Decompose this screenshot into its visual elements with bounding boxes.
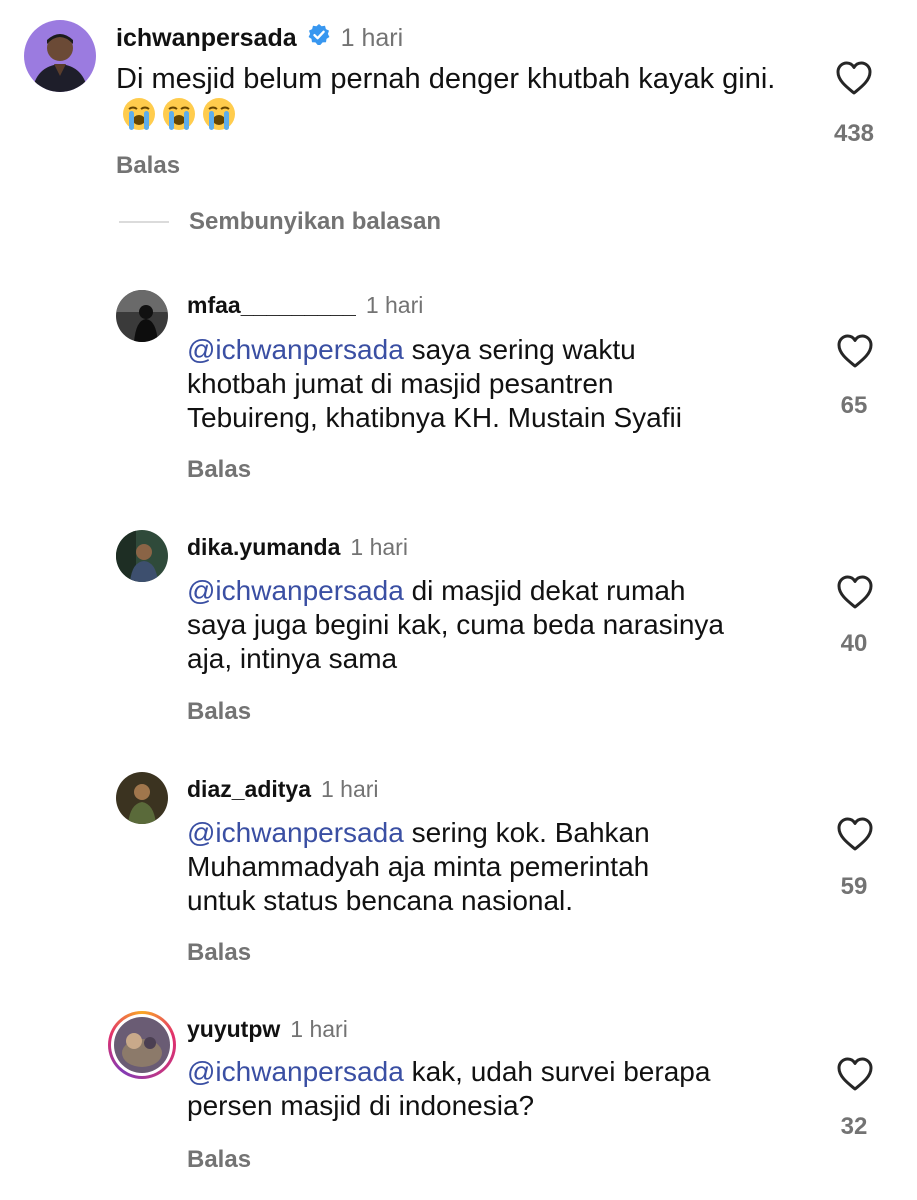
- comment-line: khotbah jumat di masjid pesantren: [187, 368, 614, 400]
- reply-button[interactable]: Balas: [187, 939, 251, 967]
- loudly-crying-emoji-icon: [122, 97, 156, 140]
- comment-line: saya juga begini kak, cuma beda narasiny…: [187, 609, 725, 641]
- reply-button[interactable]: Balas: [116, 152, 180, 180]
- comment-line: kak, udah survei berapa: [411, 1056, 711, 1087]
- reply-button[interactable]: Balas: [187, 1146, 251, 1174]
- user-mention-link[interactable]: @ichwanpersada: [187, 575, 404, 606]
- avatar[interactable]: [116, 290, 168, 342]
- divider: [119, 221, 169, 223]
- comment-line: untuk status bencana nasional.: [187, 885, 574, 917]
- like-heart-icon[interactable]: [836, 1056, 874, 1097]
- reply-comment: dika.yumanda 1 hari @ichwanpersada di ma…: [0, 522, 917, 742]
- comment-text: @ichwanpersada di masjid dekat rumah say…: [187, 574, 827, 676]
- user-mention-link[interactable]: @ichwanpersada: [187, 334, 404, 365]
- comment-text: @ichwanpersada sering kok. Bahkan Muhamm…: [187, 816, 827, 918]
- like-count: 65: [840, 392, 868, 419]
- comment-line: Tebuireng, khatibnya KH. Mustain Syafii: [187, 402, 682, 434]
- comment-line: aja, intinya sama: [187, 643, 398, 675]
- like-heart-icon[interactable]: [836, 333, 874, 374]
- comment-line: Muhammadyah aja minta pemerintah: [187, 851, 650, 883]
- username[interactable]: yuyutpw: [187, 1016, 280, 1043]
- timestamp: 1 hari: [290, 1015, 348, 1042]
- hide-replies-toggle[interactable]: Sembunyikan balasan: [119, 208, 441, 236]
- reply-comment: mfaa_________ 1 hari @ichwanpersada saya…: [0, 280, 917, 500]
- comment-text: @ichwanpersada kak, udah survei berapa p…: [187, 1055, 827, 1123]
- comment-line: di masjid dekat rumah: [411, 575, 686, 606]
- user-mention-link[interactable]: @ichwanpersada: [187, 817, 404, 848]
- comment-text: @ichwanpersada saya sering waktu khotbah…: [187, 333, 827, 435]
- timestamp: 1 hari: [321, 775, 379, 802]
- hide-replies-label[interactable]: Sembunyikan balasan: [189, 208, 441, 236]
- avatar[interactable]: [116, 772, 168, 824]
- username[interactable]: dika.yumanda: [187, 534, 340, 561]
- username[interactable]: diaz_aditya: [187, 776, 311, 803]
- reply-button[interactable]: Balas: [187, 456, 251, 484]
- avatar[interactable]: [24, 20, 96, 92]
- verified-badge-icon: [307, 23, 331, 54]
- comment-line: persen masjid di indonesia?: [187, 1090, 535, 1122]
- like-heart-icon[interactable]: [835, 60, 873, 101]
- comment-line: saya sering waktu: [411, 334, 636, 365]
- comment-body: Di mesjid belum pernah denger khutbah ka…: [116, 63, 776, 95]
- comment-text: Di mesjid belum pernah denger khutbah ka…: [116, 62, 796, 140]
- reply-button[interactable]: Balas: [187, 698, 251, 726]
- comment-line: sering kok. Bahkan: [411, 817, 650, 848]
- username[interactable]: ichwanpersada: [116, 24, 297, 53]
- username[interactable]: mfaa_________: [187, 292, 356, 319]
- timestamp: 1 hari: [350, 533, 408, 560]
- reply-comment: yuyutpw 1 hari @ichwanpersada kak, udah …: [0, 1005, 917, 1200]
- parent-comment: ichwanpersada 1 hari Di mesjid belum per…: [0, 0, 917, 200]
- reply-comment: diaz_aditya 1 hari @ichwanpersada sering…: [0, 765, 917, 985]
- timestamp: 1 hari: [365, 291, 424, 318]
- like-count: 32: [840, 1113, 868, 1140]
- like-heart-icon[interactable]: [836, 816, 874, 857]
- like-count: 438: [833, 120, 875, 147]
- loudly-crying-emoji-icon: [202, 97, 236, 140]
- like-heart-icon[interactable]: [836, 574, 874, 615]
- avatar[interactable]: [116, 530, 168, 582]
- timestamp: 1 hari: [340, 23, 404, 52]
- avatar-with-story-ring[interactable]: [108, 1011, 176, 1079]
- like-count: 40: [840, 630, 868, 657]
- like-count: 59: [840, 873, 868, 900]
- user-mention-link[interactable]: @ichwanpersada: [187, 1056, 404, 1087]
- loudly-crying-emoji-icon: [162, 97, 196, 140]
